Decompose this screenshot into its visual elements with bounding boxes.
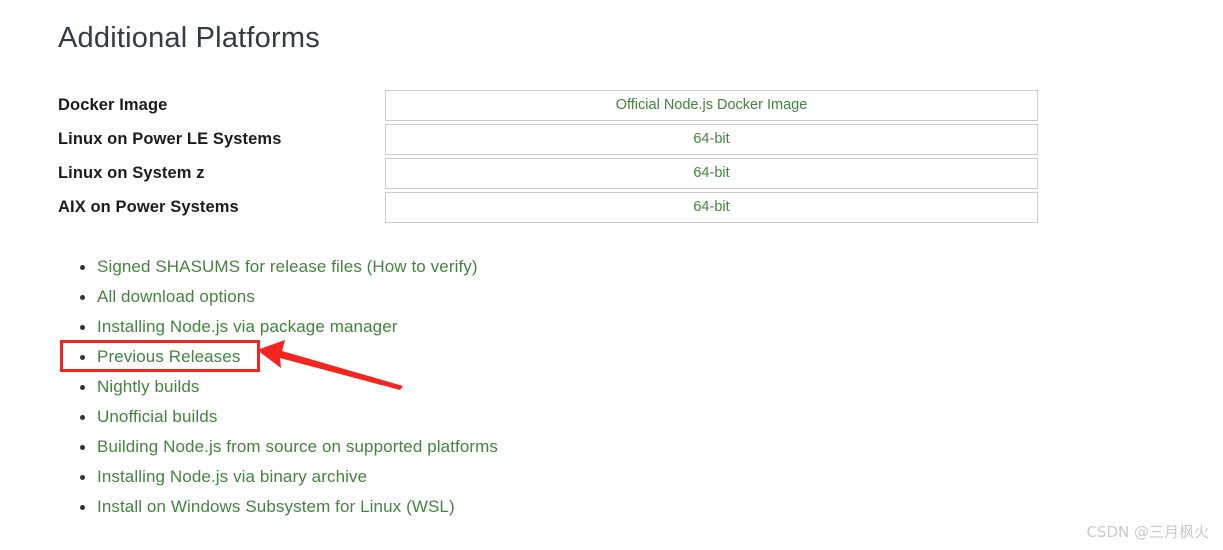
bullet-icon (80, 385, 85, 390)
bullet-icon (80, 505, 85, 510)
list-item: All download options (58, 282, 958, 312)
list-item: Building Node.js from source on supporte… (58, 432, 958, 462)
link-nightly-builds[interactable]: Nightly builds (97, 377, 200, 396)
table-row: Linux on System z 64-bit (58, 156, 1038, 190)
platform-download-link[interactable]: Official Node.js Docker Image (616, 97, 808, 113)
bullet-icon (80, 295, 85, 300)
page-title: Additional Platforms (58, 22, 320, 54)
link-install-via-package-manager[interactable]: Installing Node.js via package manager (97, 317, 398, 336)
link-building-from-source[interactable]: Building Node.js from source on supporte… (97, 437, 498, 456)
bullet-icon (80, 355, 85, 360)
platform-download-link[interactable]: 64-bit (693, 165, 729, 181)
list-item: Nightly builds (58, 372, 958, 402)
link-signed-shasums[interactable]: Signed SHASUMS for release files (97, 257, 362, 276)
list-item: Unofficial builds (58, 402, 958, 432)
list-item: Installing Node.js via package manager (58, 312, 958, 342)
table-row: AIX on Power Systems 64-bit (58, 190, 1038, 224)
platform-label: Docker Image (58, 95, 168, 114)
bullet-icon (80, 325, 85, 330)
platform-download-cell[interactable]: 64-bit (385, 191, 1038, 223)
bullet-icon (80, 415, 85, 420)
resource-link-list: Signed SHASUMS for release files (How to… (58, 252, 958, 522)
list-item: Previous Releases (58, 342, 958, 372)
platform-download-link[interactable]: 64-bit (693, 199, 729, 215)
link-all-download-options[interactable]: All download options (97, 287, 255, 306)
list-item: Signed SHASUMS for release files (How to… (58, 252, 958, 282)
link-unofficial-builds[interactable]: Unofficial builds (97, 407, 217, 426)
additional-platforms-table: Docker Image Official Node.js Docker Ima… (58, 88, 1038, 224)
link-previous-releases[interactable]: Previous Releases (97, 347, 240, 366)
bullet-icon (80, 445, 85, 450)
link-how-to-verify[interactable]: How to verify (372, 257, 472, 276)
bullet-icon (80, 475, 85, 480)
list-item: Installing Node.js via binary archive (58, 462, 958, 492)
platform-label: AIX on Power Systems (58, 197, 239, 216)
platform-download-link[interactable]: 64-bit (693, 131, 729, 147)
platform-download-cell[interactable]: 64-bit (385, 123, 1038, 155)
csdn-watermark: CSDN @三月枫火 (1086, 523, 1209, 541)
platform-download-cell[interactable]: Official Node.js Docker Image (385, 89, 1038, 121)
link-install-via-binary-archive[interactable]: Installing Node.js via binary archive (97, 467, 367, 486)
platform-download-cell[interactable]: 64-bit (385, 157, 1038, 189)
link-install-on-wsl[interactable]: Install on Windows Subsystem for Linux (… (97, 497, 455, 516)
platform-label: Linux on Power LE Systems (58, 129, 282, 148)
paren-open: ( (361, 257, 373, 276)
paren-close: ) (471, 257, 478, 276)
list-item: Install on Windows Subsystem for Linux (… (58, 492, 958, 522)
table-row: Docker Image Official Node.js Docker Ima… (58, 88, 1038, 122)
table-row: Linux on Power LE Systems 64-bit (58, 122, 1038, 156)
platform-label: Linux on System z (58, 163, 205, 182)
bullet-icon (80, 265, 85, 270)
